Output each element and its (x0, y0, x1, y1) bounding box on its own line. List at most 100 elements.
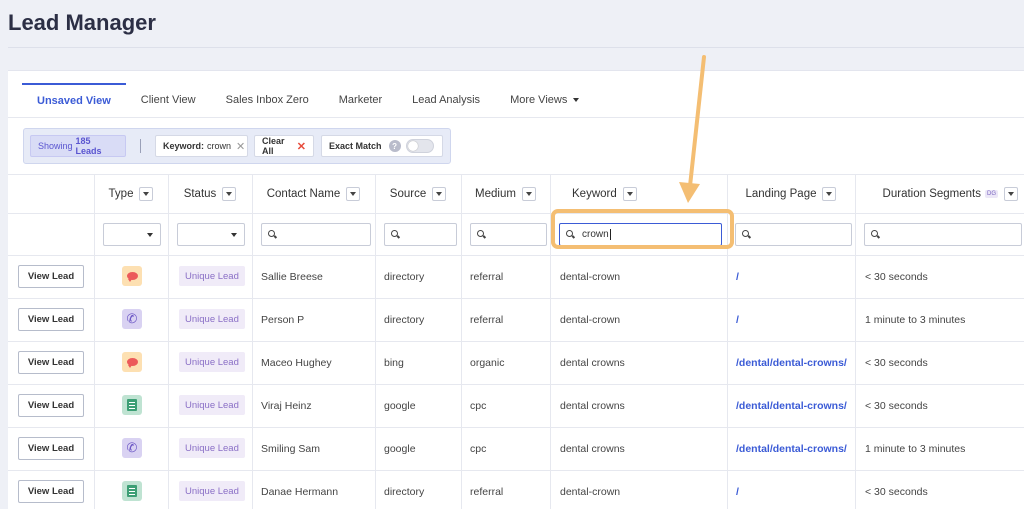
keyword-chip-value: crown (207, 141, 232, 151)
page-title: Lead Manager (8, 10, 156, 35)
source-cell: google (384, 399, 416, 412)
column-header-landing-page[interactable]: Landing Page (727, 175, 855, 213)
landing-page-cell[interactable]: /dental/dental-crowns/ (736, 427, 847, 470)
close-icon: ✕ (296, 140, 306, 153)
chevron-down-icon[interactable] (822, 187, 837, 201)
medium-cell: organic (470, 356, 505, 369)
tab-lead-analysis[interactable]: Lead Analysis (397, 83, 495, 117)
view-lead-button[interactable]: View Lead (18, 308, 84, 331)
header-divider (8, 213, 1024, 214)
type-filter-select[interactable] (103, 223, 161, 246)
landing-page-cell[interactable]: /dental/dental-crowns/ (736, 341, 847, 384)
help-icon[interactable]: ? (388, 140, 401, 152)
contact-name-cell: Danae Hermann (261, 485, 339, 498)
duration-cell: < 30 seconds (865, 399, 928, 412)
column-header-source[interactable]: Source (375, 175, 461, 213)
column-header-status[interactable]: Status (168, 175, 252, 213)
tab-marketer[interactable]: Marketer (324, 83, 397, 117)
status-badge: Unique Lead (179, 352, 245, 372)
column-header-contact-name[interactable]: Contact Name (252, 175, 375, 213)
active-filters-bar: Showing 185 Leads Keyword: crown ✕ Clear Al… (23, 128, 451, 164)
column-header-duration-segments[interactable]: Duration Segments DG (855, 175, 1024, 213)
showing-count: 185 Leads (75, 136, 102, 156)
caret-down-icon (573, 98, 580, 102)
keyword-cell: dental-crown (560, 270, 621, 283)
search-icon (871, 230, 880, 239)
keyword-cell: dental-crown (560, 313, 621, 326)
landing-page-cell[interactable]: / (736, 298, 739, 341)
contact-filter-input[interactable] (261, 223, 371, 246)
form-icon-glyph (127, 485, 137, 497)
dg-badge: DG (985, 190, 998, 198)
view-lead-button[interactable]: View Lead (18, 351, 84, 374)
column-divider (855, 175, 856, 509)
header-label: Source (389, 188, 427, 200)
keyword-cell: dental crowns (560, 399, 625, 412)
landing-page-cell[interactable]: / (736, 470, 739, 509)
form-icon (122, 395, 142, 415)
medium-cell: referral (470, 485, 504, 498)
landing-page-cell[interactable]: / (736, 255, 739, 298)
chat-icon (122, 352, 142, 372)
lead-table-panel: Unsaved View Client View Sales Inbox Zer… (8, 70, 1024, 509)
source-cell: google (384, 442, 416, 455)
chevron-down-icon[interactable] (1004, 187, 1018, 201)
source-cell: directory (384, 485, 425, 498)
keyword-highlight-ring (551, 209, 734, 249)
chevron-down-icon[interactable] (346, 187, 361, 201)
medium-cell: cpc (470, 442, 487, 455)
medium-filter-input[interactable] (470, 223, 547, 246)
header-label: Duration Segments (882, 188, 981, 200)
keyword-chip-label: Keyword: (163, 141, 205, 151)
source-cell: directory (384, 313, 425, 326)
status-filter-select[interactable] (177, 223, 245, 246)
duration-cell: < 30 seconds (865, 356, 928, 369)
exact-match-toggle[interactable] (405, 139, 434, 153)
search-icon (742, 230, 751, 239)
column-header-medium[interactable]: Medium (461, 175, 550, 213)
duration-cell: < 30 seconds (865, 485, 928, 498)
keyword-cell: dental crowns (560, 442, 625, 455)
source-filter-input[interactable] (384, 223, 457, 246)
header-label: Keyword (572, 188, 617, 200)
medium-cell: referral (470, 270, 504, 283)
clear-all-button[interactable]: Clear All ✕ (254, 135, 314, 157)
chevron-down-icon[interactable] (622, 187, 637, 201)
contact-name-cell: Viraj Heinz (261, 399, 312, 412)
search-icon (477, 230, 486, 239)
view-lead-button[interactable]: View Lead (18, 394, 84, 417)
view-lead-button[interactable]: View Lead (18, 480, 84, 503)
view-lead-button[interactable]: View Lead (18, 265, 84, 288)
chat-icon-glyph (126, 358, 138, 368)
exact-match-label: Exact Match (329, 141, 382, 151)
tab-unsaved-view[interactable]: Unsaved View (22, 83, 126, 117)
form-icon-glyph (127, 399, 137, 411)
contact-name-cell: Smiling Sam (261, 442, 320, 455)
landing-page-cell[interactable]: /dental/dental-crowns/ (736, 384, 847, 427)
chevron-down-icon[interactable] (222, 187, 237, 201)
chevron-down-icon[interactable] (432, 187, 447, 201)
search-icon (391, 230, 400, 239)
showing-count-chip: Showing 185 Leads (30, 135, 126, 157)
duration-filter-input[interactable] (864, 223, 1022, 246)
column-header-type[interactable]: Type (94, 175, 168, 213)
tab-sales-inbox-zero[interactable]: Sales Inbox Zero (211, 83, 324, 117)
view-tabs: Unsaved View Client View Sales Inbox Zer… (22, 83, 594, 117)
chevron-down-icon[interactable] (521, 187, 536, 201)
remove-filter-icon[interactable]: ✕ (236, 140, 245, 153)
header-label: Contact Name (266, 188, 341, 200)
medium-cell: referral (470, 313, 504, 326)
view-lead-button[interactable]: View Lead (18, 437, 84, 460)
phone-icon: ✆ (122, 438, 142, 458)
keyword-cell: dental crowns (560, 356, 625, 369)
column-divider (168, 175, 169, 509)
more-views-label: More Views (510, 94, 568, 106)
keyword-filter-chip[interactable]: Keyword: crown ✕ (155, 135, 248, 157)
chevron-down-icon[interactable] (139, 187, 154, 201)
tab-more-views[interactable]: More Views (495, 83, 594, 117)
tab-client-view[interactable]: Client View (126, 83, 211, 117)
status-badge: Unique Lead (179, 395, 245, 415)
contact-name-cell: Person P (261, 313, 305, 326)
landing-filter-input[interactable] (735, 223, 852, 246)
column-header-keyword[interactable]: Keyword (550, 175, 727, 213)
